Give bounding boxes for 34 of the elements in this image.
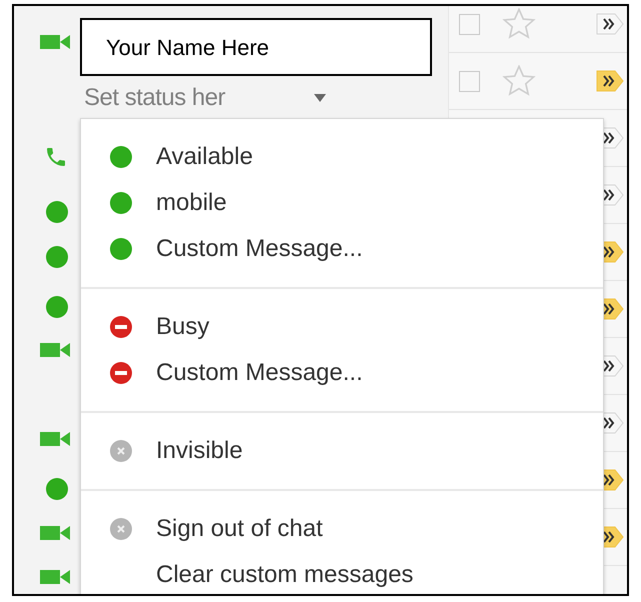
phone-icon: [44, 145, 68, 169]
offline-icon: [110, 440, 132, 462]
online-dot-icon: [46, 201, 68, 223]
available-dot-icon: [110, 238, 132, 260]
menu-item[interactable]: mobile: [81, 180, 603, 226]
video-camera-icon: [40, 342, 70, 358]
star-icon[interactable]: [502, 65, 536, 97]
star-icon[interactable]: [502, 8, 536, 40]
menu-item[interactable]: Invisible: [81, 428, 603, 474]
status-field[interactable]: Set status her: [84, 80, 326, 116]
menu-item[interactable]: Clear custom messages: [81, 552, 603, 594]
caret-icon: [314, 94, 326, 102]
video-camera-icon: [40, 431, 70, 447]
menu-item[interactable]: Busy: [81, 304, 603, 350]
video-camera-icon: [40, 569, 70, 585]
menu-item[interactable]: Sign out of chat: [81, 506, 603, 552]
video-camera-icon: [40, 525, 70, 541]
online-dot-icon: [46, 296, 68, 318]
importance-marker-icon[interactable]: [595, 69, 625, 93]
row-checkbox[interactable]: [458, 14, 480, 34]
video-camera-icon: [40, 34, 70, 50]
menu-item[interactable]: Available: [81, 134, 603, 180]
row-checkbox[interactable]: [458, 70, 480, 92]
menu-item[interactable]: Custom Message...: [81, 350, 603, 396]
available-dot-icon: [110, 192, 132, 214]
online-dot-icon: [46, 246, 68, 268]
name-field[interactable]: Your Name Here: [80, 18, 432, 76]
menu-item[interactable]: Custom Message...: [81, 226, 603, 272]
online-dot-icon: [46, 478, 68, 500]
available-dot-icon: [110, 146, 132, 168]
busy-icon: [110, 316, 132, 338]
importance-marker-icon[interactable]: [595, 12, 625, 36]
busy-icon: [110, 362, 132, 384]
offline-icon: [110, 518, 132, 540]
